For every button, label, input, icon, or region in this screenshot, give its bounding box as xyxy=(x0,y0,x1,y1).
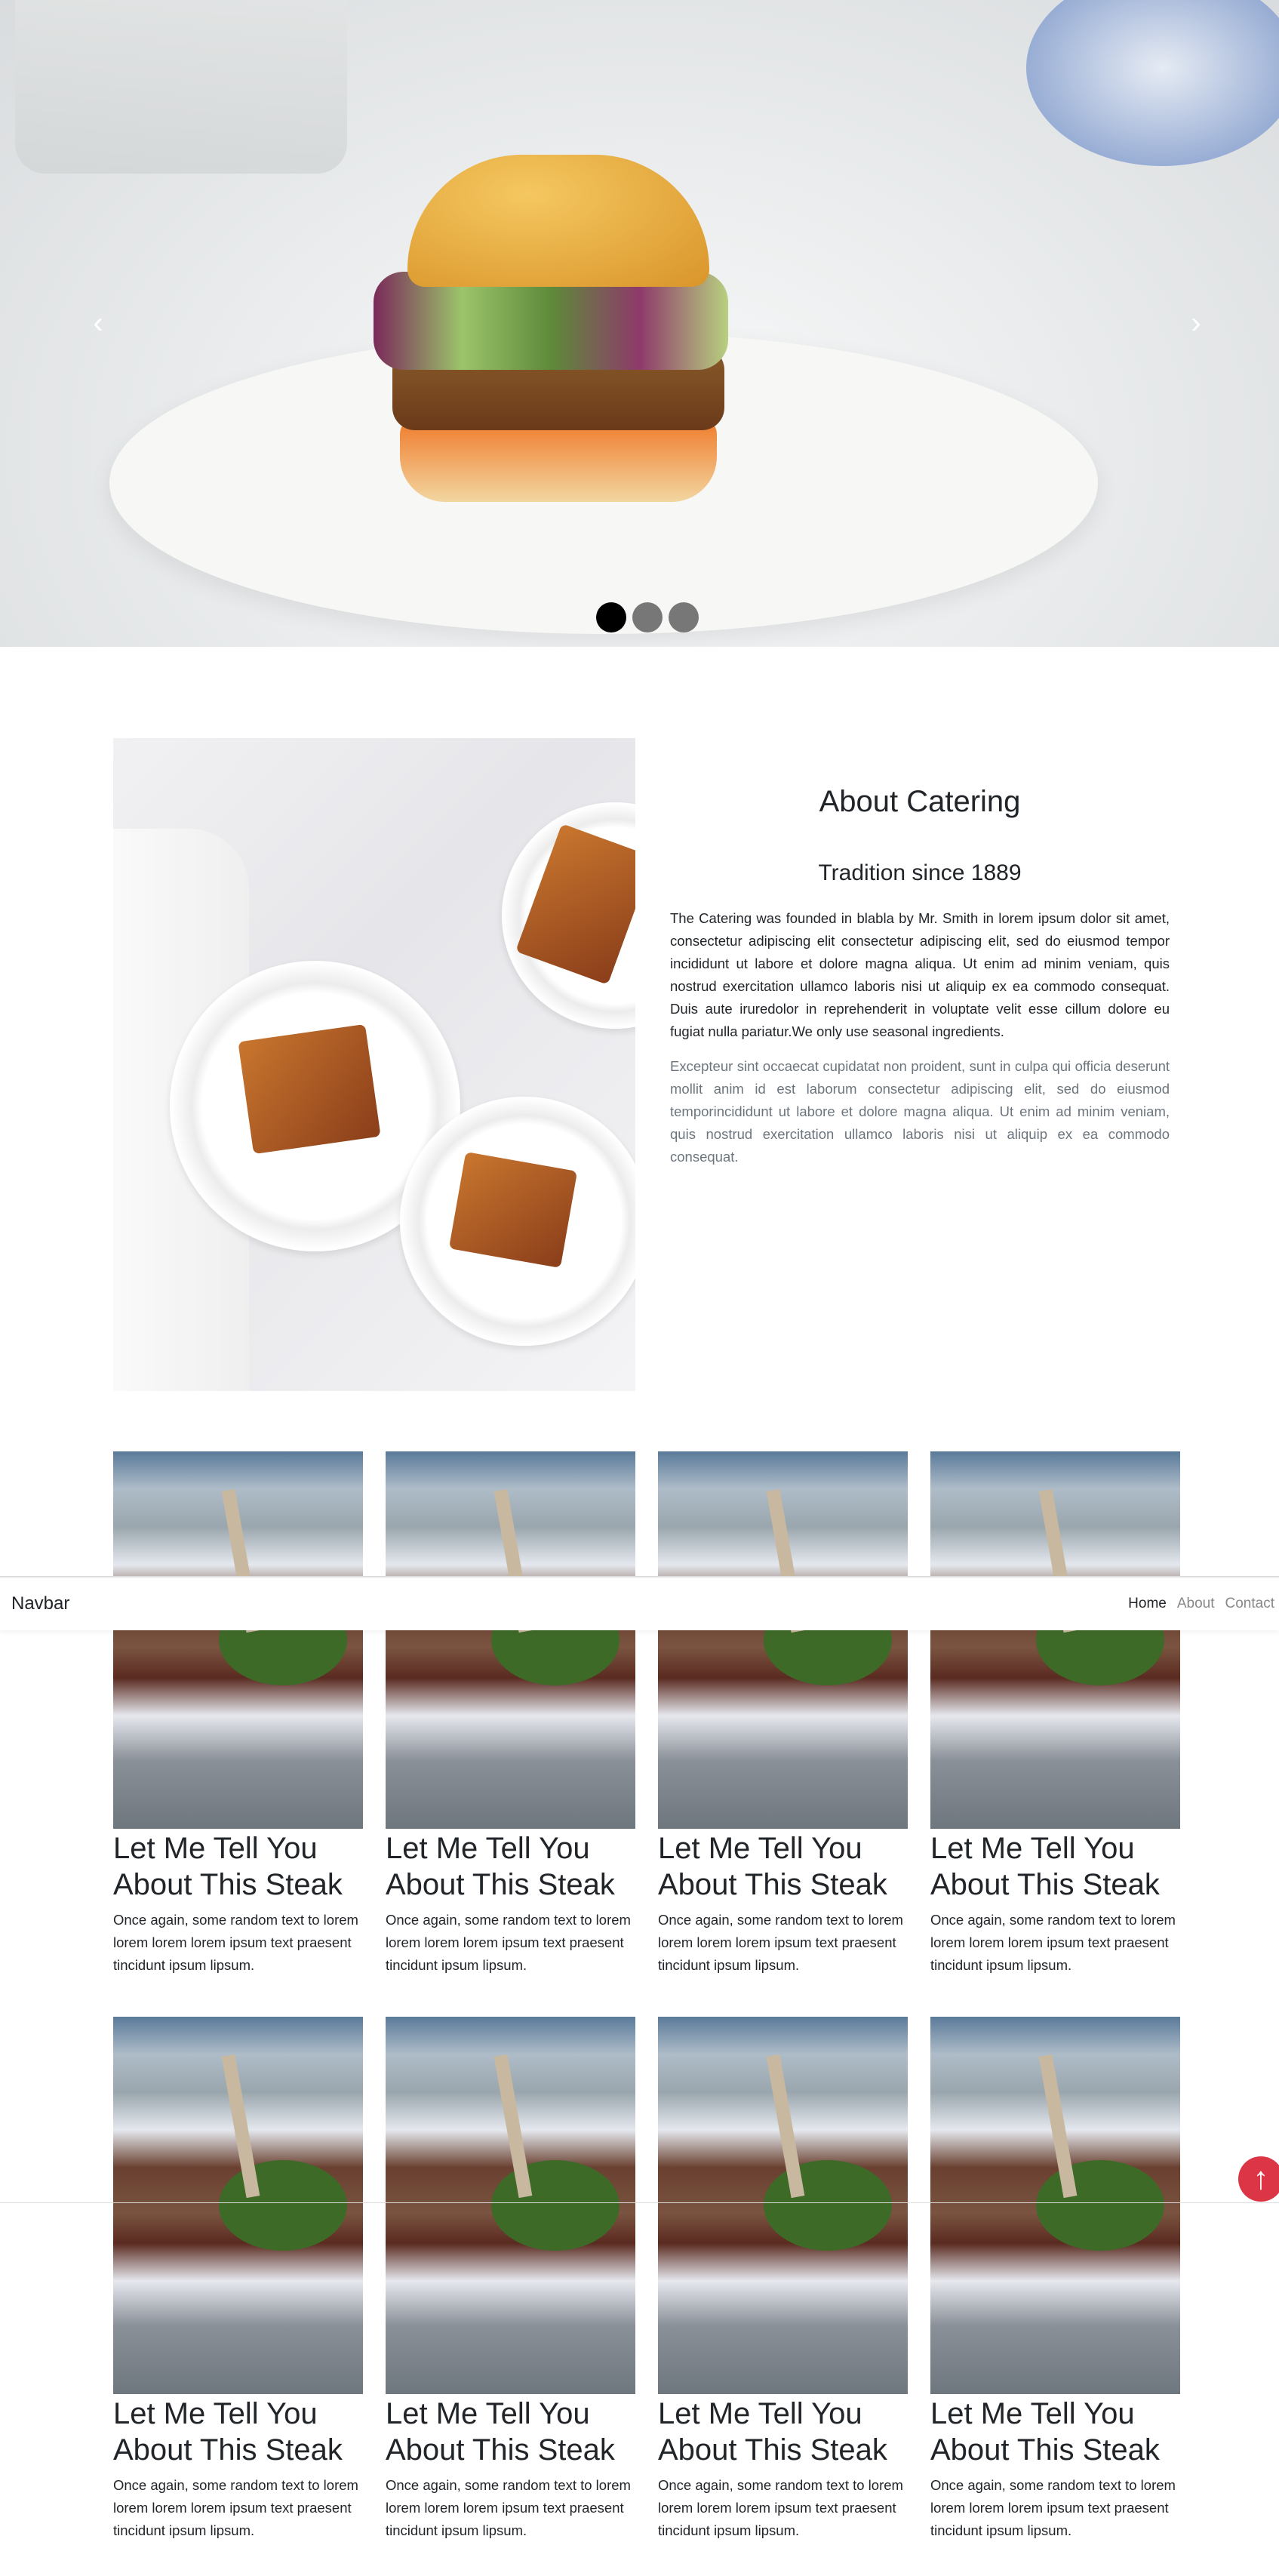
steak-image xyxy=(930,2017,1180,2394)
steak-image xyxy=(930,1451,1180,1829)
scroll-to-top-button[interactable]: ↑ xyxy=(1238,2156,1279,2202)
card-text: Once again, some random text to lorem lo… xyxy=(930,1912,1176,1973)
burger-bun xyxy=(407,155,709,287)
card-title: Let Me Tell You About This Steak xyxy=(658,2397,887,2467)
card-text: Once again, some random text to lorem lo… xyxy=(113,2477,358,2538)
card: Let Me Tell You About This Steak Once aga… xyxy=(658,1451,908,1977)
carousel-next-button[interactable]: › xyxy=(1181,308,1211,338)
card: Let Me Tell You About This Steak Once aga… xyxy=(930,1451,1180,1977)
carousel-indicator-2[interactable] xyxy=(632,602,663,632)
card-title: Let Me Tell You About This Steak xyxy=(386,1832,615,1901)
divider xyxy=(0,2202,1279,2203)
card-text: Once again, some random text to lorem lo… xyxy=(930,2477,1176,2538)
card-text: Once again, some random text to lorem lo… xyxy=(658,2477,903,2538)
card: Let Me Tell You About This Steak Once aga… xyxy=(113,1451,363,1977)
card-title: Let Me Tell You About This Steak xyxy=(113,2397,343,2467)
card-title: Let Me Tell You About This Steak xyxy=(386,2397,615,2467)
navbar: Navbar Home About Contact xyxy=(0,1576,1279,1630)
card: Let Me Tell You About This Steak Once aga… xyxy=(658,2017,908,2542)
card-text: Once again, some random text to lorem lo… xyxy=(386,2477,631,2538)
steak-image xyxy=(113,1451,363,1829)
nav-link-home[interactable]: Home xyxy=(1128,1596,1167,1612)
card-text: Once again, some random text to lorem lo… xyxy=(386,1912,631,1973)
carousel-indicators xyxy=(596,602,699,632)
card-text: Once again, some random text to lorem lo… xyxy=(658,1912,903,1973)
steak-image xyxy=(658,1451,908,1829)
card-title: Let Me Tell You About This Steak xyxy=(930,2397,1160,2467)
card-title: Let Me Tell You About This Steak xyxy=(658,1832,887,1901)
burger-image xyxy=(400,419,717,502)
about-paragraph-muted: Excepteur sint occaecat cupidatat non pr… xyxy=(670,1058,1170,1165)
chevron-left-icon: ‹ xyxy=(93,306,103,340)
about-section: About Catering Tradition since 1889 The … xyxy=(670,738,1170,1168)
nav-link-contact[interactable]: Contact xyxy=(1225,1596,1274,1612)
nav-links: Home About Contact xyxy=(1128,1596,1279,1612)
card: Let Me Tell You About This Steak Once aga… xyxy=(386,2017,635,2542)
about-paragraph: The Catering was founded in blabla by Mr… xyxy=(670,910,1170,1039)
arrow-up-icon: ↑ xyxy=(1253,2160,1269,2196)
card: Let Me Tell You About This Steak Once aga… xyxy=(386,1451,635,1977)
hero-carousel: ‹ › xyxy=(0,0,1279,647)
glass-image xyxy=(15,0,347,174)
about-image xyxy=(113,738,635,1391)
pie-slice xyxy=(238,1023,381,1155)
chevron-right-icon: › xyxy=(1191,306,1201,340)
pie-slice xyxy=(448,1151,578,1269)
steak-image xyxy=(386,1451,635,1829)
about-title: About Catering xyxy=(819,785,1021,818)
carousel-prev-button[interactable]: ‹ xyxy=(83,308,113,338)
card-title: Let Me Tell You About This Steak xyxy=(113,1832,343,1901)
card-text: Once again, some random text to lorem lo… xyxy=(113,1912,358,1973)
card: Let Me Tell You About This Steak Once aga… xyxy=(930,2017,1180,2542)
navbar-brand[interactable]: Navbar xyxy=(11,1593,69,1614)
steak-image xyxy=(386,2017,635,2394)
carousel-indicator-3[interactable] xyxy=(669,602,699,632)
card-title: Let Me Tell You About This Steak xyxy=(930,1832,1160,1901)
steak-image xyxy=(658,2017,908,2394)
carousel-indicator-1[interactable] xyxy=(596,602,626,632)
about-subtitle: Tradition since 1889 xyxy=(818,860,1022,885)
card: Let Me Tell You About This Steak Once aga… xyxy=(113,2017,363,2542)
bowl-image xyxy=(1026,0,1279,166)
nav-link-about[interactable]: About xyxy=(1177,1596,1215,1612)
steak-image xyxy=(113,2017,363,2394)
